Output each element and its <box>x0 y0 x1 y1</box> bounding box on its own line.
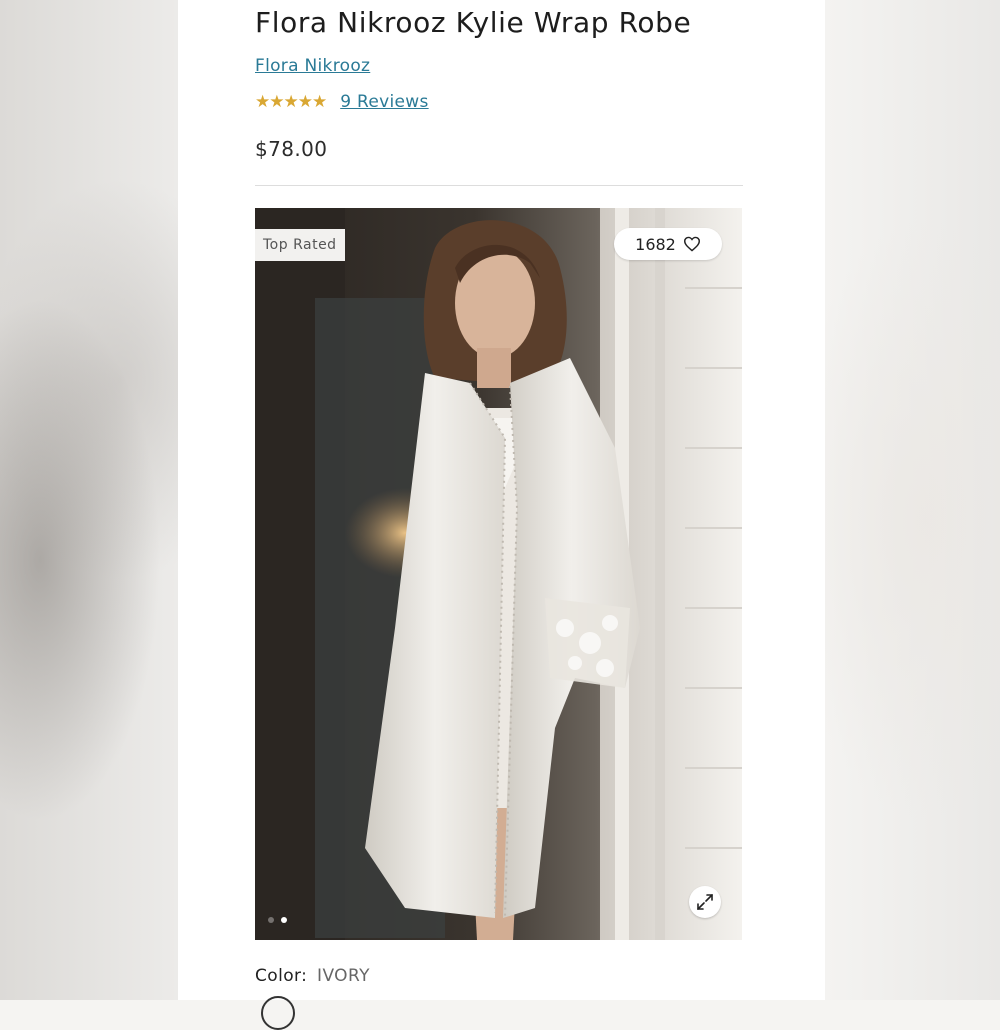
top-rated-badge: Top Rated <box>255 229 345 261</box>
reviews-link[interactable]: 9 Reviews <box>340 92 428 112</box>
product-title: Flora Nikrooz Kylie Wrap Robe <box>255 6 692 39</box>
carousel-indicator <box>268 917 287 923</box>
product-page: Flora Nikrooz Kylie Wrap Robe Flora Nikr… <box>178 0 825 1030</box>
blurred-left-margin <box>0 0 178 1000</box>
color-selection: Color: IVORY <box>255 966 370 986</box>
heart-icon <box>683 236 700 252</box>
carousel-dot-active[interactable] <box>281 917 287 923</box>
divider <box>255 185 743 186</box>
rating-stars-icon: ★★★★★ <box>255 92 327 112</box>
product-photo <box>255 208 742 940</box>
product-price: $78.00 <box>255 137 328 161</box>
color-swatch-ivory[interactable] <box>261 996 295 1030</box>
color-label: Color: <box>255 966 308 986</box>
favorite-button[interactable]: 1682 <box>614 228 722 260</box>
carousel-dot[interactable] <box>268 917 274 923</box>
blurred-right-margin <box>825 0 1000 1000</box>
expand-image-button[interactable] <box>689 886 721 918</box>
favorites-count: 1682 <box>635 234 676 254</box>
color-value: IVORY <box>317 966 370 986</box>
product-image[interactable]: Top Rated 1682 <box>255 208 742 940</box>
brand-link[interactable]: Flora Nikrooz <box>255 56 370 76</box>
rating-row: ★★★★★ 9 Reviews <box>255 92 429 112</box>
expand-icon <box>697 894 713 910</box>
